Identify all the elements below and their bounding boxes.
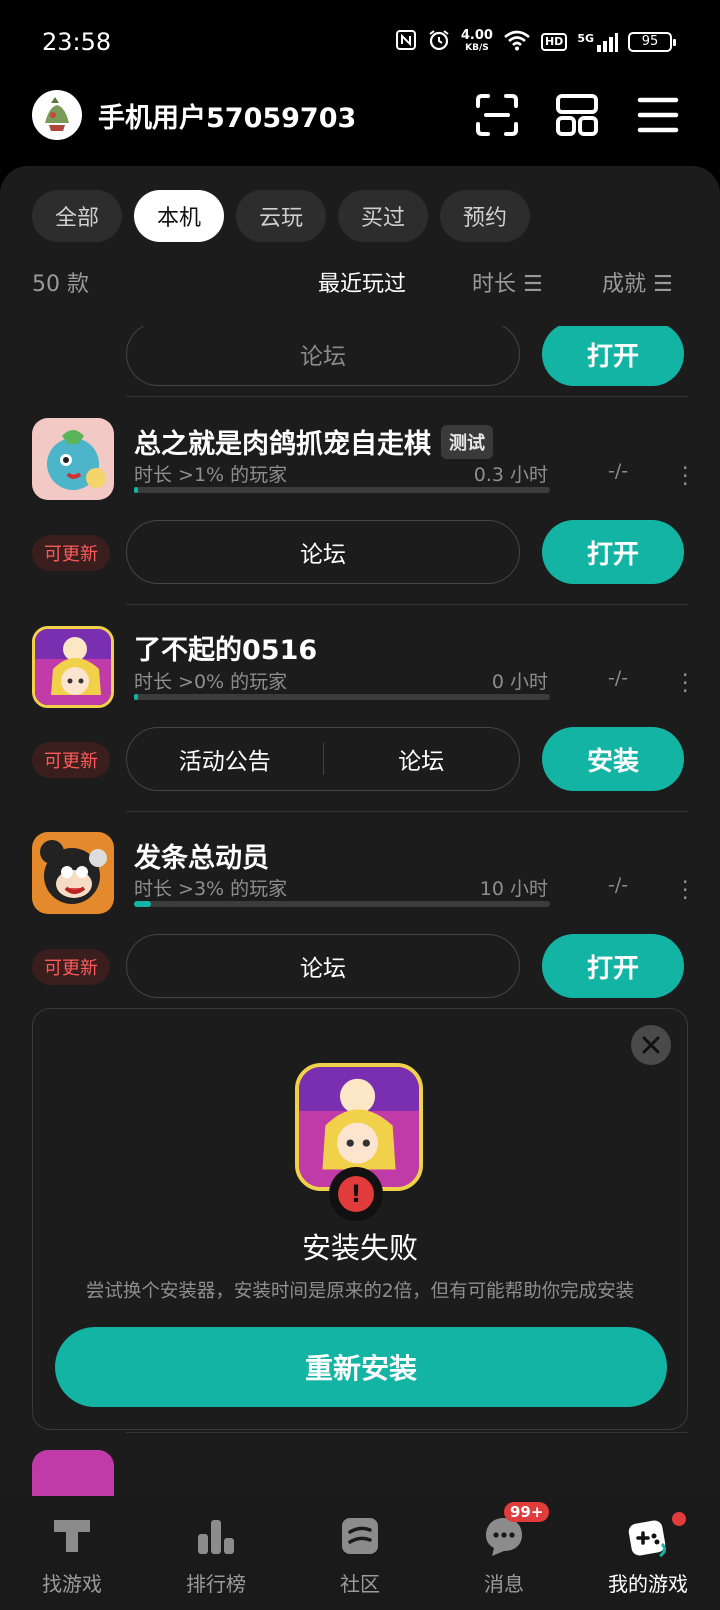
menu-icon[interactable] — [636, 92, 682, 138]
more-icon[interactable]: · · · — [682, 458, 688, 494]
cell-signal-icon: 5G — [577, 32, 618, 52]
update-badge[interactable]: 可更新 — [32, 742, 110, 778]
divider — [126, 604, 688, 605]
divider — [126, 1432, 688, 1433]
community-icon — [342, 1518, 378, 1554]
notification-dot — [672, 1512, 686, 1526]
play-progress — [134, 694, 550, 700]
forum-button[interactable]: 论坛 — [126, 934, 520, 998]
forum-button[interactable]: 论坛 — [126, 520, 520, 584]
nav-ranking[interactable]: 排行榜 — [144, 1496, 288, 1610]
battery-indicator: 95 — [628, 32, 676, 52]
error-icon: ! — [329, 1167, 383, 1221]
game-achievement: -/- — [608, 874, 629, 896]
sort-duration[interactable]: 时长 ☰ — [472, 266, 543, 298]
bottom-nav: 找游戏 排行榜 社区 99+ 消息 我的游戏 — [0, 1496, 720, 1610]
app-header: 手机用户57059703 — [0, 86, 720, 166]
divider — [126, 396, 688, 397]
failed-description: 尝试换个安装器，安装时间是原来的2倍，但有可能帮助你完成安装 — [85, 1281, 635, 1302]
scan-icon[interactable] — [474, 92, 520, 138]
install-button[interactable]: 安装 — [542, 727, 684, 791]
wifi-icon — [503, 29, 531, 56]
game-hours: 0.3 小时 — [473, 464, 548, 486]
forum-button[interactable]: 论坛 — [324, 742, 520, 776]
nfc-icon — [395, 29, 417, 56]
filter-tabs: 全部 本机 云玩 买过 预约 — [32, 190, 530, 242]
beta-badge: 测试 — [441, 424, 493, 459]
nav-find-games[interactable]: 找游戏 — [0, 1496, 144, 1610]
game-title[interactable]: 发条总动员 — [134, 836, 269, 875]
failed-title: 安装失败 — [301, 1231, 418, 1265]
tab-local[interactable]: 本机 — [134, 190, 224, 242]
more-icon[interactable]: · · · — [682, 665, 688, 701]
update-badge[interactable]: 可更新 — [32, 949, 110, 985]
play-progress — [134, 901, 550, 907]
tab-reserved[interactable]: 预约 — [440, 190, 530, 242]
close-button[interactable] — [631, 1025, 671, 1065]
username[interactable]: 手机用户57059703 — [98, 96, 356, 135]
game-icon[interactable] — [32, 832, 114, 914]
game-achievement: -/- — [608, 667, 629, 689]
avatar[interactable] — [32, 90, 82, 140]
status-icons: 4.00 KB/S HD 5G 95 — [395, 26, 676, 58]
links-pill: 活动公告 论坛 — [126, 727, 520, 791]
game-achievement: -/- — [608, 460, 629, 482]
forum-button[interactable]: 论坛 — [126, 326, 520, 386]
game-title[interactable]: 总之就是肉鸽抓宠自走棋 测试 — [134, 422, 493, 461]
gamepad-icon — [628, 1520, 667, 1558]
game-icon[interactable] — [32, 1450, 114, 1496]
ranking-icon — [198, 1520, 234, 1554]
close-icon — [642, 1036, 660, 1054]
game-stat: 时长 >0% 的玩家 — [134, 671, 288, 693]
open-button[interactable]: 打开 — [542, 934, 684, 998]
game-count: 50 款 — [32, 272, 89, 297]
more-icon[interactable]: · · · — [682, 872, 688, 908]
grid-layout-icon[interactable] — [554, 92, 600, 138]
sort-recent[interactable]: 最近玩过 — [318, 266, 406, 298]
alarm-icon — [427, 28, 451, 57]
game-title[interactable]: 了不起的0516 — [134, 628, 317, 667]
status-bar: 23:58 4.00 KB/S HD 5G 95 — [0, 0, 720, 86]
game-hours: 0 小时 — [491, 671, 548, 693]
nav-my-games[interactable]: 我的游戏 — [576, 1496, 720, 1610]
open-button[interactable]: 打开 — [542, 326, 684, 386]
hd-badge: HD — [540, 33, 568, 51]
reinstall-button[interactable]: 重新安装 — [55, 1327, 667, 1407]
tab-all[interactable]: 全部 — [32, 190, 122, 242]
play-progress — [134, 487, 550, 493]
game-stat: 时长 >3% 的玩家 — [134, 878, 288, 900]
taptap-icon — [54, 1520, 90, 1552]
status-time: 23:58 — [42, 28, 112, 56]
nav-messages[interactable]: 99+ 消息 — [432, 1496, 576, 1610]
announcement-button[interactable]: 活动公告 — [127, 742, 323, 776]
tab-cloud[interactable]: 云玩 — [236, 190, 326, 242]
sort-row: 50 款 最近玩过 时长 ☰ 成就 ☰ — [32, 262, 688, 302]
net-speed: 4.00 KB/S — [460, 28, 493, 53]
game-icon[interactable] — [32, 418, 114, 500]
divider — [126, 811, 688, 812]
tab-purchased[interactable]: 买过 — [338, 190, 428, 242]
message-count-badge: 99+ — [504, 1502, 550, 1522]
install-failed-card: ! 安装失败 尝试换个安装器，安装时间是原来的2倍，但有可能帮助你完成安装 重新… — [32, 1008, 688, 1430]
game-icon[interactable] — [32, 626, 114, 708]
game-stat: 时长 >1% 的玩家 — [134, 464, 288, 486]
open-button[interactable]: 打开 — [542, 520, 684, 584]
update-badge[interactable]: 可更新 — [32, 535, 110, 571]
sort-achievement[interactable]: 成就 ☰ — [602, 266, 673, 298]
nav-community[interactable]: 社区 — [288, 1496, 432, 1610]
game-hours: 10 小时 — [479, 878, 548, 900]
